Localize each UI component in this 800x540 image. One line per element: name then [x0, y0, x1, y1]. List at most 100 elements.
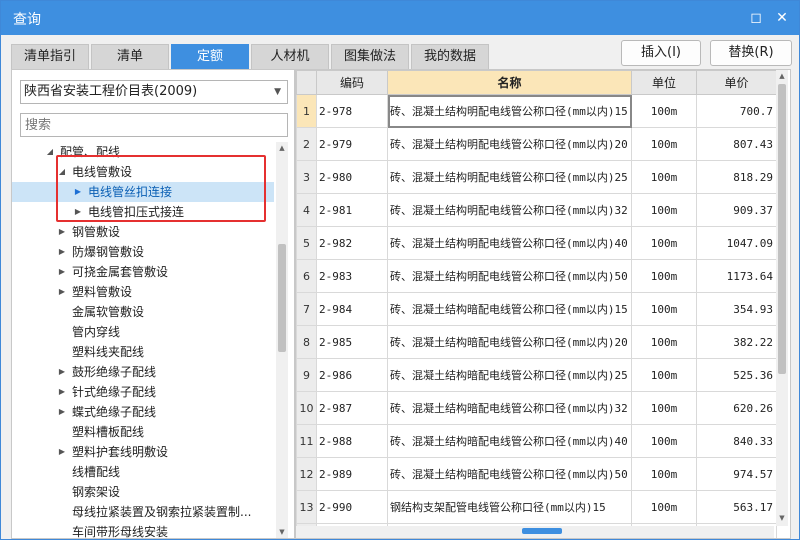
unit-cell[interactable]: 100m: [631, 325, 697, 359]
price-cell[interactable]: 818.29: [696, 160, 777, 194]
unit-cell[interactable]: 100m: [631, 457, 697, 491]
grid-hscrollbar[interactable]: [296, 526, 774, 538]
unit-cell[interactable]: 100m: [631, 292, 697, 326]
code-cell[interactable]: 2-983: [316, 259, 388, 293]
table-row[interactable]: 13 2-990 钢结构支架配管电线管公称口径(mm以内)15 100m 563.17: [296, 490, 777, 524]
row-number[interactable]: 4: [296, 193, 317, 227]
unit-cell[interactable]: 100m: [631, 127, 697, 161]
tree-node[interactable]: 塑料槽板配线: [12, 422, 274, 442]
expand-toggle-icon[interactable]: ◢: [44, 142, 56, 162]
scroll-up-icon[interactable]: ▲: [776, 70, 788, 82]
code-cell[interactable]: 2-985: [316, 325, 388, 359]
name-cell[interactable]: 砖、混凝土结构明配电线管公称口径(mm以内)15: [387, 94, 632, 128]
header-code[interactable]: 编码: [316, 70, 388, 95]
tree-node[interactable]: 车间带形母线安装: [12, 522, 274, 538]
expand-toggle-icon[interactable]: ▶: [56, 262, 68, 282]
code-cell[interactable]: 2-978: [316, 94, 388, 128]
price-cell[interactable]: 1047.09: [696, 226, 777, 260]
expand-toggle-icon[interactable]: ▶: [56, 402, 68, 422]
expand-toggle-icon[interactable]: ▶: [56, 442, 68, 462]
price-cell[interactable]: 1173.64: [696, 259, 777, 293]
code-cell[interactable]: 2-980: [316, 160, 388, 194]
price-cell[interactable]: 354.93: [696, 292, 777, 326]
table-row[interactable]: 10 2-987 砖、混凝土结构暗配电线管公称口径(mm以内)32 100m 620.2…: [296, 391, 777, 425]
tab-labor-material[interactable]: 人材机: [251, 44, 329, 69]
tab-list-guide[interactable]: 清单指引: [11, 44, 89, 69]
price-cell[interactable]: 525.36: [696, 358, 777, 392]
tree-node[interactable]: ▶ 塑料护套线明敷设: [12, 442, 274, 462]
code-cell[interactable]: 2-979: [316, 127, 388, 161]
code-cell[interactable]: 2-988: [316, 424, 388, 458]
name-cell[interactable]: 钢结构支架配管电线管公称口径(mm以内)15: [387, 490, 632, 524]
row-number[interactable]: 9: [296, 358, 317, 392]
row-number[interactable]: 7: [296, 292, 317, 326]
tab-atlas[interactable]: 图集做法: [331, 44, 409, 69]
table-row[interactable]: 7 2-984 砖、混凝土结构暗配电线管公称口径(mm以内)15 100m 354.93: [296, 292, 777, 326]
unit-cell[interactable]: 100m: [631, 226, 697, 260]
tab-list[interactable]: 清单: [91, 44, 169, 69]
price-cell[interactable]: 700.7: [696, 94, 777, 128]
code-cell[interactable]: 2-982: [316, 226, 388, 260]
quota-library-dropdown[interactable]: 陕西省安装工程价目表(2009) ▼: [20, 80, 288, 104]
tree-node[interactable]: 塑料线夹配线: [12, 342, 274, 362]
table-row[interactable]: 9 2-986 砖、混凝土结构暗配电线管公称口径(mm以内)25 100m 525.36: [296, 358, 777, 392]
expand-toggle-icon[interactable]: ▶: [56, 282, 68, 302]
table-row[interactable]: 1 2-978 砖、混凝土结构明配电线管公称口径(mm以内)15 100m 700.7: [296, 94, 777, 128]
unit-cell[interactable]: 100m: [631, 193, 697, 227]
header-price[interactable]: 单价: [696, 70, 777, 95]
tree-node[interactable]: 钢索架设: [12, 482, 274, 502]
row-number[interactable]: 8: [296, 325, 317, 359]
replace-button[interactable]: 替换(R): [710, 40, 792, 66]
name-cell[interactable]: 砖、混凝土结构暗配电线管公称口径(mm以内)40: [387, 424, 632, 458]
unit-cell[interactable]: 100m: [631, 490, 697, 524]
table-row[interactable]: 2 2-979 砖、混凝土结构明配电线管公称口径(mm以内)20 100m 807.43: [296, 127, 777, 161]
table-row[interactable]: 11 2-988 砖、混凝土结构暗配电线管公称口径(mm以内)40 100m 840.3…: [296, 424, 777, 458]
price-cell[interactable]: 909.37: [696, 193, 777, 227]
price-cell[interactable]: 620.26: [696, 391, 777, 425]
name-cell[interactable]: 砖、混凝土结构明配电线管公称口径(mm以内)50: [387, 259, 632, 293]
tree-node[interactable]: ▶ 蝶式绝缘子配线: [12, 402, 274, 422]
name-cell[interactable]: 砖、混凝土结构明配电线管公称口径(mm以内)40: [387, 226, 632, 260]
close-icon[interactable]: ✕: [771, 7, 793, 29]
price-cell[interactable]: 563.17: [696, 490, 777, 524]
price-cell[interactable]: 974.57: [696, 457, 777, 491]
table-row[interactable]: 3 2-980 砖、混凝土结构明配电线管公称口径(mm以内)25 100m 818.29: [296, 160, 777, 194]
table-row[interactable]: 8 2-985 砖、混凝土结构暗配电线管公称口径(mm以内)20 100m 382.22: [296, 325, 777, 359]
code-cell[interactable]: 2-989: [316, 457, 388, 491]
expand-toggle-icon[interactable]: ▶: [56, 362, 68, 382]
title-bar[interactable]: 查询 ◻ ✕: [1, 1, 799, 35]
scroll-up-icon[interactable]: ▲: [276, 142, 288, 154]
price-cell[interactable]: 807.43: [696, 127, 777, 161]
price-cell[interactable]: 840.33: [696, 424, 777, 458]
tree-scrollbar[interactable]: ▲ ▼: [276, 142, 288, 538]
expand-toggle-icon[interactable]: ▶: [56, 242, 68, 262]
name-cell[interactable]: 砖、混凝土结构暗配电线管公称口径(mm以内)15: [387, 292, 632, 326]
tab-my-data[interactable]: 我的数据: [411, 44, 489, 69]
code-cell[interactable]: 2-981: [316, 193, 388, 227]
tree-node[interactable]: 管内穿线: [12, 322, 274, 342]
table-row[interactable]: 5 2-982 砖、混凝土结构明配电线管公称口径(mm以内)40 100m 1047.0…: [296, 226, 777, 260]
insert-button[interactable]: 插入(I): [621, 40, 701, 66]
tree-node[interactable]: ▶ 可挠金属套管敷设: [12, 262, 274, 282]
row-number[interactable]: 10: [296, 391, 317, 425]
price-cell[interactable]: 382.22: [696, 325, 777, 359]
tree-node[interactable]: ▶ 鼓形绝缘子配线: [12, 362, 274, 382]
code-cell[interactable]: 2-984: [316, 292, 388, 326]
name-cell[interactable]: 砖、混凝土结构暗配电线管公称口径(mm以内)32: [387, 391, 632, 425]
unit-cell[interactable]: 100m: [631, 259, 697, 293]
tree-node[interactable]: ▶ 塑料管敷设: [12, 282, 274, 302]
name-cell[interactable]: 砖、混凝土结构明配电线管公称口径(mm以内)25: [387, 160, 632, 194]
table-row[interactable]: 12 2-989 砖、混凝土结构暗配电线管公称口径(mm以内)50 100m 974.5…: [296, 457, 777, 491]
row-number[interactable]: 13: [296, 490, 317, 524]
code-cell[interactable]: 2-990: [316, 490, 388, 524]
tree-node[interactable]: ▶ 防爆钢管敷设: [12, 242, 274, 262]
header-name[interactable]: 名称: [387, 70, 632, 95]
expand-toggle-icon[interactable]: ▶: [56, 382, 68, 402]
row-number[interactable]: 2: [296, 127, 317, 161]
row-number[interactable]: 6: [296, 259, 317, 293]
code-cell[interactable]: 2-986: [316, 358, 388, 392]
tree-node[interactable]: 母线拉紧装置及钢索拉紧装置制...: [12, 502, 274, 522]
expand-toggle-icon[interactable]: ▶: [56, 222, 68, 242]
row-number[interactable]: 1: [296, 94, 317, 128]
table-row[interactable]: 4 2-981 砖、混凝土结构明配电线管公称口径(mm以内)32 100m 909.37: [296, 193, 777, 227]
